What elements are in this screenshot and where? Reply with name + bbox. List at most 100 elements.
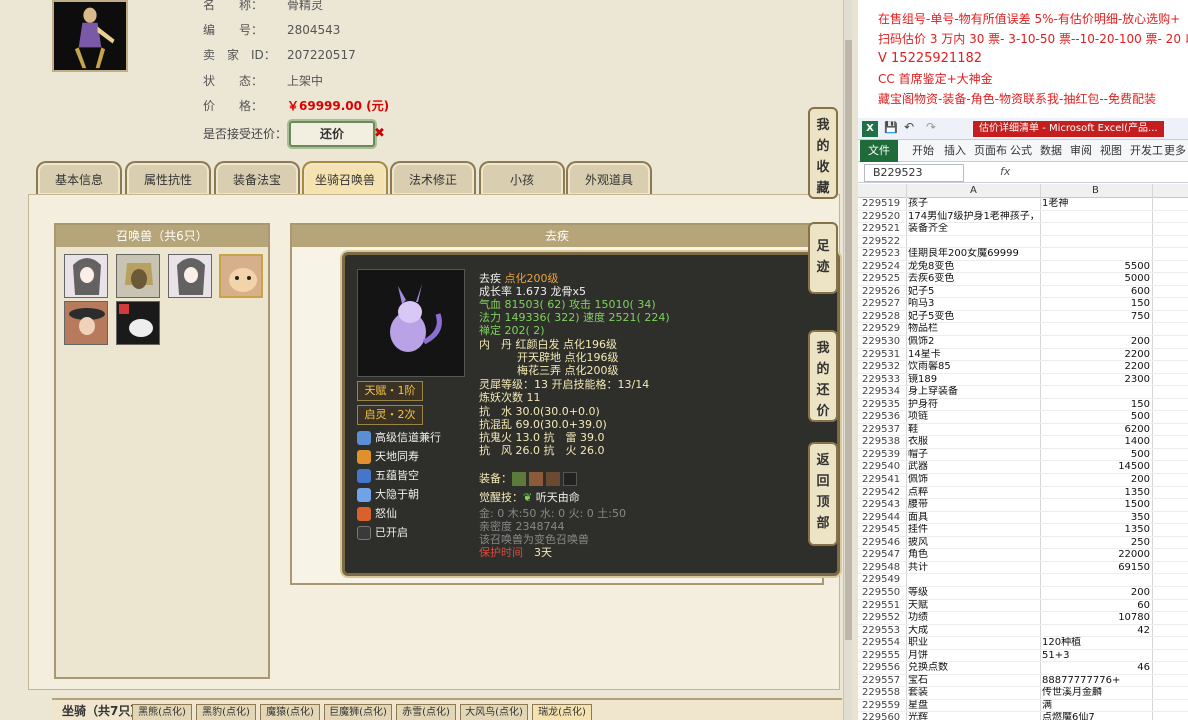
cell-b[interactable]: 传世溪月金麟 [1042, 687, 1150, 700]
sheet-row[interactable]: 229532 饮雨馨85 2200 [858, 361, 1188, 374]
tab-attributes[interactable]: 属性抗性 [125, 161, 211, 195]
sheet-row[interactable]: 229538 衣服 1400 [858, 436, 1188, 449]
page-scrollbar[interactable] [843, 0, 852, 720]
mount-tab-3[interactable]: 魔猿(点化) [260, 704, 320, 720]
cell-a[interactable]: 衣服 [908, 436, 1040, 449]
sheet-row[interactable]: 229557 宝石 88877777776+ [858, 675, 1188, 688]
sheet-row[interactable]: 229547 角色 22000 [858, 549, 1188, 562]
sheet-row[interactable]: 229534 身上穿装备 [858, 386, 1188, 399]
name-box[interactable]: B229523 [864, 164, 964, 182]
cell-b[interactable]: 250 [1042, 537, 1150, 550]
ribbon-home[interactable]: 开始 [912, 140, 934, 162]
mount-tab-6[interactable]: 大风鸟(点化) [460, 704, 528, 720]
row-number[interactable]: 229542 [862, 487, 908, 500]
ribbon-more[interactable]: 更多 [1164, 140, 1186, 162]
row-number[interactable]: 229557 [862, 675, 908, 688]
sheet-row[interactable]: 229543 腰带 1500 [858, 499, 1188, 512]
tab-basic-info[interactable]: 基本信息 [36, 161, 122, 195]
cell-a[interactable]: 角色 [908, 549, 1040, 562]
cell-b[interactable]: 51+3 [1042, 650, 1150, 663]
sheet-row[interactable]: 229529 物品栏 [858, 323, 1188, 337]
cell-b[interactable]: 200 [1042, 336, 1150, 349]
row-number[interactable]: 229531 [862, 349, 908, 362]
row-number[interactable]: 229519 [862, 198, 908, 211]
sheet-row[interactable]: 229544 面具 350 [858, 512, 1188, 525]
cell-b[interactable]: 350 [1042, 512, 1150, 525]
mount-tab-4[interactable]: 巨魔狮(点化) [324, 704, 392, 720]
sheet-row[interactable]: 229520174男仙7级护身1老神孩子，传世寒鸦风克木 [858, 211, 1188, 224]
cell-a[interactable]: 14星卡 [908, 349, 1040, 362]
row-number[interactable]: 229541 [862, 474, 908, 487]
row-number[interactable]: 229538 [862, 436, 908, 449]
cell-a[interactable]: 去疾6变色 [908, 273, 1040, 286]
cell-b[interactable]: 5500 [1042, 261, 1150, 274]
cell-a[interactable]: 妃子5变色 [908, 311, 1040, 324]
back-to-top-button[interactable]: 返回顶部 [808, 442, 838, 546]
cell-a[interactable]: 月饼 [908, 650, 1040, 663]
footprint-button[interactable]: 足迹 [808, 222, 838, 294]
equip-slot-icon[interactable] [563, 472, 577, 486]
mount-tab-1[interactable]: 黑熊(点化) [132, 704, 192, 720]
ribbon-formulas[interactable]: 公式 [1010, 140, 1032, 162]
row-number[interactable]: 229537 [862, 424, 908, 437]
row-number[interactable]: 229529 [862, 323, 908, 336]
ribbon-data[interactable]: 数据 [1040, 140, 1062, 162]
row-number[interactable]: 229535 [862, 399, 908, 412]
row-number[interactable]: 229540 [862, 461, 908, 474]
cell-a[interactable]: 物品栏 [908, 323, 1040, 336]
cell-b[interactable]: 1350 [1042, 487, 1150, 500]
row-number[interactable]: 229555 [862, 650, 908, 663]
row-number[interactable]: 229528 [862, 311, 908, 324]
cell-a[interactable]: 帽子 [908, 449, 1040, 462]
tab-equipment[interactable]: 装备法宝 [214, 161, 300, 195]
cell-b[interactable]: 750 [1042, 311, 1150, 324]
summon-thumb-1[interactable] [64, 254, 108, 298]
cell-b[interactable]: 150 [1042, 399, 1150, 412]
scroll-thumb[interactable] [845, 40, 852, 640]
ribbon-page-layout[interactable]: 页面布 [974, 140, 1007, 162]
sheet-row[interactable]: 229556 兑换点数 46 [858, 662, 1188, 675]
cell-b[interactable]: 1老神 [1042, 198, 1150, 211]
cell-b[interactable]: 42 [1042, 625, 1150, 638]
cell-b[interactable]: 150 [1042, 298, 1150, 311]
cell-b[interactable]: 500 [1042, 411, 1150, 424]
cell-a[interactable]: 174男仙7级护身1老神孩子，传世寒鸦风克木 [908, 211, 1040, 224]
cell-b[interactable]: 点燃魔6仙7 [1042, 712, 1150, 720]
equip-slot-icon[interactable] [529, 472, 543, 486]
row-number[interactable]: 229550 [862, 587, 908, 600]
cell-a[interactable]: 天赋 [908, 600, 1040, 613]
cell-a[interactable]: 佳期良年200女魔69999 [908, 248, 1040, 261]
cell-a[interactable]: 身上穿装备 [908, 386, 1040, 399]
row-number[interactable]: 229554 [862, 637, 908, 650]
cell-a[interactable]: 职业 [908, 637, 1040, 650]
row-number[interactable]: 229533 [862, 374, 908, 387]
cell-b[interactable]: 1500 [1042, 499, 1150, 512]
row-number[interactable]: 229559 [862, 700, 908, 713]
summon-thumb-6[interactable] [116, 301, 160, 345]
cell-b[interactable]: 2300 [1042, 374, 1150, 387]
row-number[interactable]: 229520 [862, 211, 908, 224]
sheet-row[interactable]: 229523 佳期良年200女魔69999 [858, 248, 1188, 261]
row-number[interactable]: 229527 [862, 298, 908, 311]
my-offers-button[interactable]: 我的还价 [808, 330, 838, 422]
sheet-grid[interactable]: 229519孩子1老神229520174男仙7级护身1老神孩子，传世寒鸦风克木2… [858, 198, 1188, 720]
sheet-row[interactable]: 229528 妃子5变色 750 [858, 311, 1188, 324]
mount-tab-2[interactable]: 黑豹(点化) [196, 704, 256, 720]
cell-a[interactable]: 响马3 [908, 298, 1040, 311]
mount-tab-7[interactable]: 瑞龙(点化) [532, 704, 592, 720]
cell-b[interactable]: 满 [1042, 700, 1150, 713]
row-number[interactable]: 229534 [862, 386, 908, 399]
sheet-row[interactable]: 229533 镜189 2300 [858, 374, 1188, 387]
skill-4[interactable]: 大隐于朝 [357, 486, 419, 504]
cell-b[interactable]: 88877777776+ [1042, 675, 1150, 688]
cell-a[interactable]: 鞋 [908, 424, 1040, 437]
row-number[interactable]: 229530 [862, 336, 908, 349]
cell-a[interactable]: 宝石 [908, 675, 1040, 688]
sheet-row[interactable]: 229551 天赋 60 [858, 600, 1188, 613]
cell-b[interactable]: 46 [1042, 662, 1150, 675]
sheet-row[interactable]: 229527 响马3 150 [858, 298, 1188, 311]
row-number[interactable]: 229526 [862, 286, 908, 299]
cell-a[interactable]: 饮雨馨85 [908, 361, 1040, 374]
cell-b[interactable]: 5000 [1042, 273, 1150, 286]
cell-a[interactable]: 项链 [908, 411, 1040, 424]
